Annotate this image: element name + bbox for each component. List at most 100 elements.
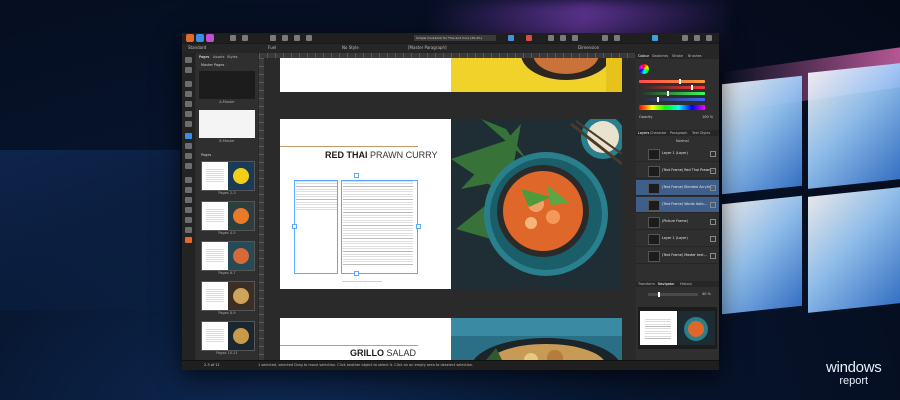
spread-top-left-page[interactable]: [280, 58, 451, 92]
dimension-dropdown[interactable]: Dimension: [578, 45, 599, 51]
master-thumb-b[interactable]: [199, 110, 255, 138]
tab-character[interactable]: Character: [650, 131, 667, 135]
layer-row[interactable]: (Picture Frame): [636, 214, 719, 230]
assistant-icon[interactable]: [682, 35, 688, 41]
tab-paragraph[interactable]: Paragraph: [670, 131, 687, 135]
studio-dropdown[interactable]: Standard: [188, 45, 206, 51]
tab-pages[interactable]: Pages: [199, 55, 209, 59]
arrange-icon[interactable]: [560, 35, 566, 41]
persona-switch-icon[interactable]: [652, 35, 658, 41]
order-icon[interactable]: [306, 35, 312, 41]
zoom-tool-icon[interactable]: [185, 227, 192, 233]
layer-visibility-checkbox[interactable]: [710, 219, 716, 225]
tab-colour[interactable]: Colour: [638, 54, 649, 58]
tab-transform[interactable]: Transform: [638, 282, 655, 286]
share-icon[interactable]: [242, 35, 248, 41]
blend-mode-dropdown[interactable]: Normal: [676, 139, 689, 143]
method-text-frame[interactable]: [341, 180, 418, 274]
tab-text-styles[interactable]: Text Styles: [692, 131, 710, 135]
red-slider[interactable]: [639, 85, 705, 90]
publisher-persona-icon[interactable]: [186, 34, 194, 42]
align-icon[interactable]: [508, 35, 514, 41]
window-icon[interactable]: [706, 35, 712, 41]
table-tool-icon[interactable]: [185, 101, 192, 107]
frame-handle-right[interactable]: [416, 224, 421, 229]
picture-frame-tool-icon[interactable]: [185, 133, 192, 139]
paragraph-style-dropdown[interactable]: [Master Paragraph]: [408, 45, 447, 51]
insert-icon[interactable]: [614, 35, 620, 41]
preflight-icon[interactable]: [282, 35, 288, 41]
layer-row[interactable]: (Text Frame) Red Thai Prawn...: [636, 163, 719, 179]
ellipse-tool-icon[interactable]: [185, 153, 192, 159]
layer-row[interactable]: (Text Frame) Words Italic...: [636, 197, 719, 213]
layer-visibility-checkbox[interactable]: [710, 185, 716, 191]
color-swatch-icon[interactable]: [185, 237, 192, 243]
tab-stroke[interactable]: Stroke: [672, 54, 683, 58]
spread-main-right-page[interactable]: [451, 119, 622, 289]
tab-styles[interactable]: Styles: [227, 55, 238, 59]
layer-row[interactable]: (Text Frame) Master text...: [636, 248, 719, 264]
green-slider[interactable]: [639, 91, 705, 96]
pencil-tool-icon[interactable]: [185, 121, 192, 127]
blue-slider[interactable]: [639, 97, 705, 102]
view-mode-icon[interactable]: [270, 35, 276, 41]
layer-visibility-checkbox[interactable]: [710, 151, 716, 157]
spread-bottom-right-page[interactable]: [451, 318, 622, 360]
frame-handle-bottom[interactable]: [354, 271, 359, 276]
layer-row[interactable]: (Text Frame) Blended Acrylic...: [636, 180, 719, 196]
shape-tool-icon[interactable]: [185, 163, 192, 169]
layer-row[interactable]: Layer 1 (Layer): [636, 231, 719, 247]
spectrum-bar[interactable]: [639, 105, 705, 110]
tab-swatches[interactable]: Swatches: [652, 54, 668, 58]
frame-handle-top[interactable]: [354, 173, 359, 178]
flip-icon[interactable]: [572, 35, 578, 41]
font-family-dropdown[interactable]: Fuel: [268, 45, 276, 51]
layer-visibility-checkbox[interactable]: [710, 202, 716, 208]
view-tool-icon[interactable]: [185, 217, 192, 223]
place-image-tool-icon[interactable]: [185, 207, 192, 213]
transform-icon[interactable]: [548, 35, 554, 41]
navigator-zoom-value[interactable]: 40 %: [702, 292, 711, 296]
fill-tool-icon[interactable]: [185, 177, 192, 183]
layer-visibility-checkbox[interactable]: [710, 253, 716, 259]
photo-persona-icon[interactable]: [206, 34, 214, 42]
spread-thumbnail[interactable]: [201, 161, 255, 191]
spread-thumbnail[interactable]: [201, 321, 255, 351]
node-tool-icon[interactable]: [185, 67, 192, 73]
document-canvas[interactable]: RED THAI PRAWN CURRY GRILLO SALAD: [264, 58, 635, 360]
spread-thumbnail[interactable]: [201, 201, 255, 231]
layer-visibility-checkbox[interactable]: [710, 236, 716, 242]
color-sync-icon[interactable]: [526, 35, 532, 41]
navigator-zoom-slider[interactable]: [648, 292, 698, 297]
snapping-icon[interactable]: [294, 35, 300, 41]
tab-layers[interactable]: Layers: [638, 131, 649, 135]
spread-thumbnail[interactable]: [201, 241, 255, 271]
hue-slider[interactable]: [639, 79, 705, 84]
tab-assets[interactable]: Assets: [213, 55, 224, 59]
spread-main-left-page[interactable]: RED THAI PRAWN CURRY: [280, 119, 451, 289]
crop-tool-icon[interactable]: [185, 197, 192, 203]
master-thumb-a[interactable]: [199, 71, 255, 99]
artistic-text-tool-icon[interactable]: [185, 91, 192, 97]
layer-visibility-checkbox[interactable]: [710, 168, 716, 174]
rectangle-tool-icon[interactable]: [185, 143, 192, 149]
colour-wheel-icon[interactable]: [639, 64, 649, 74]
boolean-icon[interactable]: [602, 35, 608, 41]
frame-handle-left[interactable]: [292, 224, 297, 229]
ingredients-text-frame[interactable]: [294, 180, 338, 274]
frame-text-tool-icon[interactable]: [185, 81, 192, 87]
character-style-dropdown[interactable]: No Style: [342, 45, 359, 51]
pen-tool-icon[interactable]: [185, 111, 192, 117]
spread-thumbnail[interactable]: [201, 281, 255, 311]
tab-brushes[interactable]: Brushes: [688, 54, 702, 58]
navigator-preview[interactable]: [638, 307, 717, 349]
spread-top-right-page[interactable]: [451, 58, 622, 92]
designer-persona-icon[interactable]: [196, 34, 204, 42]
layer-row[interactable]: Layer 1 (Layer): [636, 146, 719, 162]
move-tool-icon[interactable]: [185, 57, 192, 63]
tab-history[interactable]: History: [680, 282, 692, 286]
spread-bottom-left-page[interactable]: GRILLO SALAD: [280, 318, 451, 360]
tab-navigator[interactable]: Navigator: [658, 282, 675, 286]
gear-icon[interactable]: [230, 35, 236, 41]
help-icon[interactable]: [694, 35, 700, 41]
